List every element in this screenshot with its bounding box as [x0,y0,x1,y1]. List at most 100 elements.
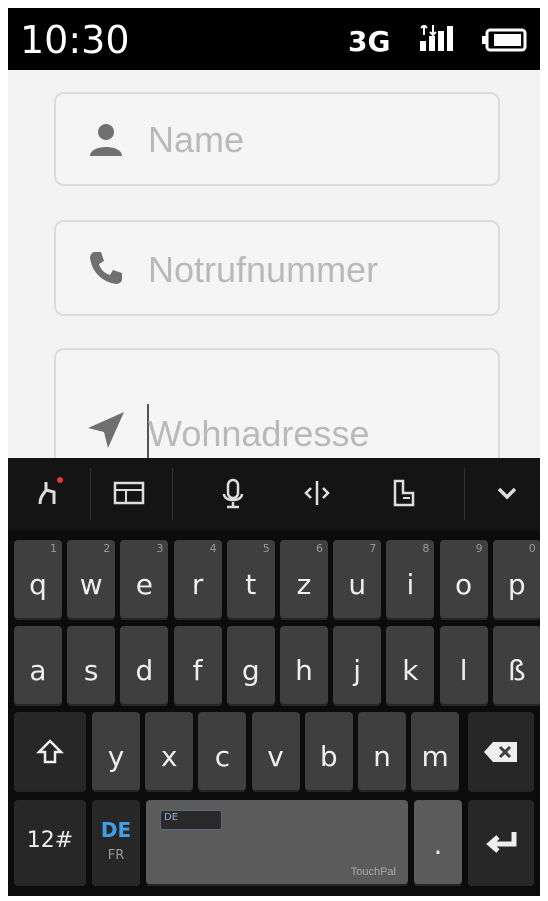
status-bar: 10:30 3G [8,8,540,70]
key-w[interactable]: 2w [67,540,116,620]
key-l[interactable]: l [439,626,488,706]
key-hint: 2 [103,542,111,555]
soft-keyboard: 1 q 2 w 3 e 4 r 5 t 6 z 7 u 8 i 9 o 0 p a s d f g h j k l ß y x c v b n m 12#… [8,458,540,896]
location-arrow-icon [88,412,124,448]
key-label: i [406,568,415,601]
person-icon [90,124,122,156]
key-hint: 6 [316,542,323,555]
key-label: s [83,654,99,687]
language-secondary: FR [107,848,125,863]
key-y[interactable]: y [92,712,140,792]
name-field[interactable] [54,92,500,186]
key-label: u [348,568,367,601]
clipboard-icon[interactable] [386,476,420,510]
key-hint: 4 [209,542,217,555]
key-n[interactable]: n [358,712,406,792]
key-label: 12# [26,828,74,853]
key-f[interactable]: f [173,626,222,706]
key-r[interactable]: 4r [173,540,222,620]
key-label: d [135,654,154,687]
emergency-number-input[interactable] [148,248,478,292]
key-label: y [107,740,125,773]
key-h[interactable]: h [280,626,328,706]
key-label: r [191,568,204,601]
space-key[interactable]: DE TouchPal [146,800,408,886]
key-hint: 5 [262,542,270,555]
swype-icon[interactable] [32,476,66,510]
toolbar-separator [90,468,91,520]
key-x[interactable]: x [145,712,194,792]
status-time: 10:30 [20,18,130,62]
key-label: t [245,568,257,601]
phone-icon [90,252,122,284]
enter-icon [486,832,517,853]
key-label: o [455,568,473,601]
key-q[interactable]: 1q [14,540,62,620]
key-hint: 1 [50,542,57,555]
key-hint: 8 [422,542,430,555]
battery-icon [482,28,527,52]
key-z[interactable]: 6z [280,540,328,620]
key-c[interactable]: c [198,712,247,792]
numbers-key[interactable]: 12# [14,800,86,886]
collapse-icon[interactable] [490,476,524,510]
language-primary: DE [100,818,132,842]
space-language-tag: DE [160,810,222,830]
key-hint: 7 [369,542,377,555]
key-a[interactable]: a [14,626,62,706]
key-label: e [135,568,153,601]
enter-key[interactable] [468,800,534,886]
key-j[interactable]: j [333,626,382,706]
toolbar-separator [464,468,465,520]
key-label: g [241,654,260,687]
key-label: h [295,654,313,687]
key-label: a [29,654,47,687]
key-hint: 0 [528,542,536,555]
key-hint: 9 [475,542,483,555]
layout-icon[interactable] [112,476,146,510]
key-i[interactable]: 8i [386,540,435,620]
key-label: w [79,568,103,601]
key-label: n [373,740,391,773]
key-label: f [192,654,203,687]
cursor-move-icon[interactable] [300,476,334,510]
key-o[interactable]: 9o [439,540,488,620]
key-g[interactable]: g [226,626,275,706]
key-label: v [267,740,284,773]
key-e[interactable]: 3e [120,540,169,620]
key-label: p [507,568,526,601]
key-ß[interactable]: ß [492,626,540,706]
key-hint: 3 [156,542,164,555]
language-key[interactable]: DE FR [92,800,140,886]
key-label: k [402,654,419,687]
shift-key[interactable] [14,712,86,792]
shift-icon [36,739,64,764]
key-k[interactable]: k [386,626,435,706]
microphone-icon[interactable] [216,476,250,510]
toolbar-separator [172,468,173,520]
backspace-key[interactable] [468,712,534,792]
space-brand-label: TouchPal [350,866,396,878]
keyboard-toolbar [8,458,540,530]
key-s[interactable]: s [67,626,116,706]
name-input[interactable] [148,118,478,162]
key-m[interactable]: m [411,712,460,792]
key-label: ß [507,654,526,687]
key-p[interactable]: 0p [492,540,540,620]
emergency-number-field[interactable] [54,220,500,316]
signal-bars-icon [420,25,453,51]
space-tag-text: DE [164,812,179,823]
key-u[interactable]: 7u [333,540,382,620]
key-v[interactable]: v [251,712,300,792]
key-b[interactable]: b [304,712,353,792]
period-key[interactable]: . [414,800,462,886]
backspace-icon [484,742,517,762]
key-label: z [296,568,312,601]
network-type: 3G [348,25,391,58]
key-label: m [421,740,449,773]
key-label: j [353,654,362,687]
key-t[interactable]: 5t [226,540,275,620]
address-input[interactable] [148,412,478,456]
key-d[interactable]: d [120,626,169,706]
key-label: l [459,654,468,687]
